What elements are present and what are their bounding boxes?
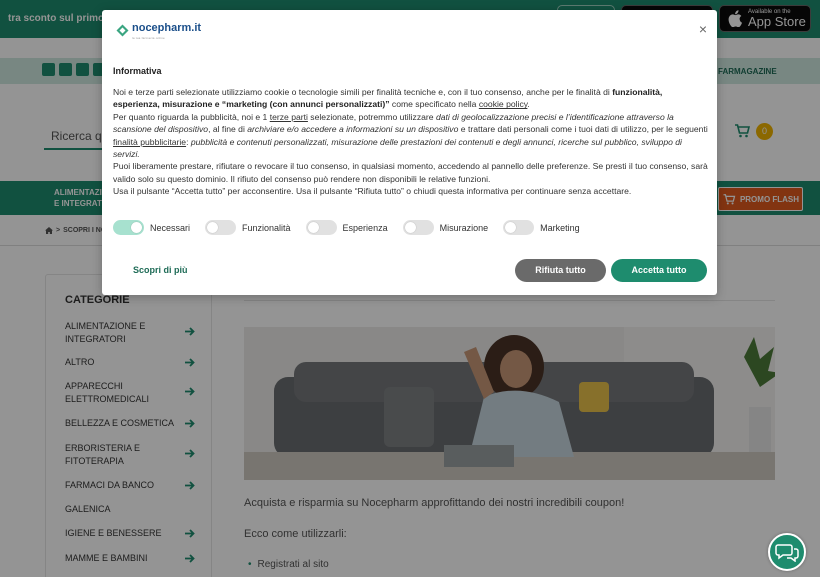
accept-all-button[interactable]: Accetta tutto [611,259,707,282]
logo-tagline: la tua farmacia online [132,36,165,40]
paragraph-buttons: Usa il pulsante “Accetta tutto” per acco… [113,186,632,197]
chat-icon [775,544,799,562]
third-parties-link[interactable]: terze parti [270,112,308,122]
logo: nocepharm.it la tua farmacia online [116,22,201,40]
toggle-marketing[interactable]: Marketing [503,220,580,235]
paragraph-consent: Puoi liberamente prestare, rifiutare o r… [113,161,708,184]
chat-button[interactable] [768,533,806,571]
toggle-switch[interactable] [402,220,434,235]
toggle-esperienza[interactable]: Esperienza [305,220,388,235]
advertising-purposes-link[interactable]: finalità pubblicitarie [113,137,186,147]
modal-body: Noi e terze parti selezionate utilizziam… [113,86,708,198]
toggle-necessari[interactable]: Necessari [113,220,190,235]
toggle-switch[interactable] [503,220,535,235]
learn-more-link[interactable]: Scopri di più [133,265,188,275]
toggle-switch[interactable] [205,220,237,235]
toggle-funzionalita[interactable]: Funzionalità [205,220,291,235]
close-icon[interactable]: × [699,22,707,36]
reject-all-button[interactable]: Rifiuta tutto [515,259,606,282]
toggle-misurazione[interactable]: Misurazione [402,220,488,235]
toggle-switch[interactable] [113,220,144,235]
toggle-switch[interactable] [305,220,337,235]
paragraph-advertising: Per quanto riguarda la pubblicità, noi e… [113,111,708,160]
paragraph-intro: Noi e terze parti selezionate utilizziam… [113,87,663,110]
logo-mark [116,24,129,37]
modal-title: Informativa [113,66,162,76]
consent-toggles: Necessari Funzionalità Esperienza Misura… [113,220,594,235]
logo-text: nocepharm.it [132,22,202,34]
cookie-policy-link[interactable]: cookie policy [479,99,528,109]
cookie-consent-modal: nocepharm.it la tua farmacia online × In… [102,10,717,295]
